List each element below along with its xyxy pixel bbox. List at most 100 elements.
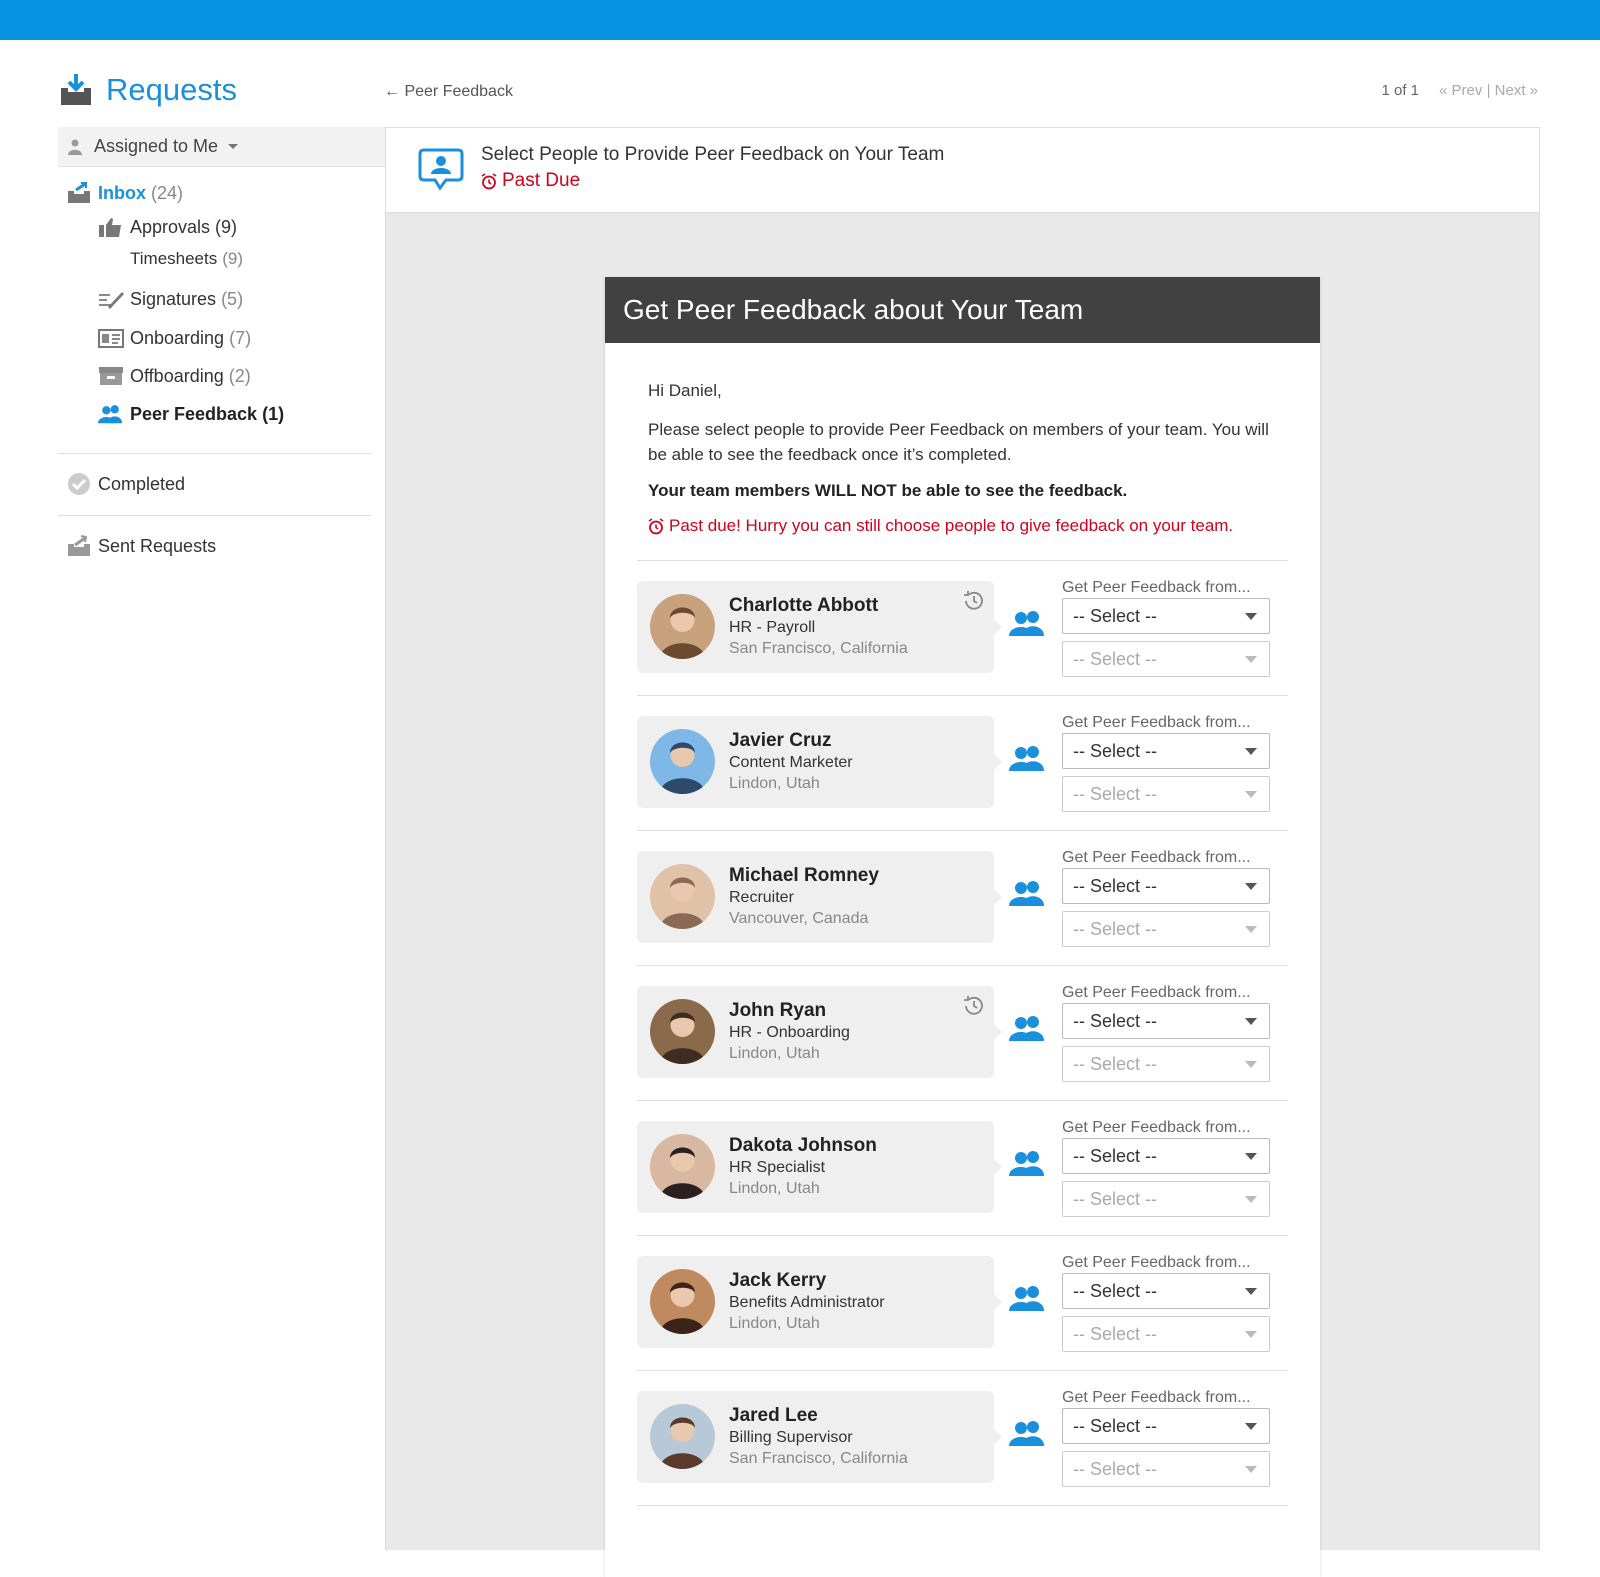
feedback-select-secondary[interactable]: -- Select -- — [1062, 1046, 1270, 1082]
member-name: John Ryan — [729, 1000, 827, 1021]
feedback-select-primary[interactable]: -- Select -- — [1062, 1273, 1270, 1309]
back-link-peer-feedback[interactable]: ← Peer Feedback — [384, 83, 513, 101]
feedback-select-primary[interactable]: -- Select -- — [1062, 1408, 1270, 1444]
people-icon — [1009, 1015, 1047, 1046]
sidebar-item-sent-requests-label: Sent Requests — [98, 535, 217, 556]
sidebar-item-sent-requests[interactable]: Sent Requests — [66, 535, 216, 557]
select-value: -- Select -- — [1073, 1323, 1158, 1344]
peer-feedback-card: Get Peer Feedback about Your Team Hi Dan… — [605, 277, 1320, 1577]
member-name: Jack Kerry — [729, 1270, 827, 1291]
caret-down-icon — [1245, 748, 1257, 755]
member-location: Lindon, Utah — [729, 1045, 820, 1062]
sidebar: Assigned to Me — [58, 127, 388, 167]
sidebar-item-offboarding-label: Offboarding — [130, 365, 224, 386]
feedback-select-secondary[interactable]: -- Select -- — [1062, 911, 1270, 947]
feedback-select-secondary[interactable]: -- Select -- — [1062, 776, 1270, 812]
sidebar-item-onboarding[interactable]: Onboarding (7) — [98, 327, 251, 349]
feedback-select-primary[interactable]: -- Select -- — [1062, 598, 1270, 634]
avatar — [650, 864, 715, 929]
sidebar-item-inbox[interactable]: Inbox (24) — [66, 182, 183, 204]
greeting: Hi Daniel, — [648, 381, 722, 400]
member-title: HR - Payroll — [729, 619, 816, 636]
member-title: Recruiter — [729, 889, 794, 906]
feedback-from-label: Get Peer Feedback from... — [1062, 984, 1251, 1001]
team-member-row: Dakota Johnson HR Specialist Lindon, Uta… — [637, 1100, 1288, 1238]
caret-down-icon — [1245, 791, 1257, 798]
feedback-select-primary[interactable]: -- Select -- — [1062, 1138, 1270, 1174]
select-value: -- Select -- — [1073, 740, 1158, 761]
thumbs-up-icon — [98, 216, 124, 238]
sidebar-item-approvals[interactable]: Approvals (9) — [98, 216, 237, 238]
chevron-down-icon — [228, 144, 239, 149]
sidebar-item-completed[interactable]: Completed — [66, 473, 185, 495]
feedback-select-primary[interactable]: -- Select -- — [1062, 1003, 1270, 1039]
feedback-select-secondary[interactable]: -- Select -- — [1062, 1316, 1270, 1352]
people-icon — [98, 403, 124, 425]
team-member-row: Charlotte Abbott HR - Payroll San Franci… — [637, 560, 1288, 698]
caret-down-icon — [1245, 1466, 1257, 1473]
request-status: Past Due — [481, 170, 580, 192]
sidebar-item-completed-label: Completed — [98, 473, 186, 494]
outbox-icon — [66, 535, 92, 557]
team-member-row: Jared Lee Billing Supervisor San Francis… — [637, 1370, 1288, 1508]
pager-count: 1 of 1 — [1381, 82, 1420, 99]
caret-down-icon — [1245, 1018, 1257, 1025]
card-title: Get Peer Feedback about Your Team — [605, 277, 1320, 343]
sidebar-item-signatures-count: (5) — [221, 288, 244, 309]
intro-text: Please select people to provide Peer Fee… — [648, 420, 1269, 464]
caret-down-icon — [1245, 613, 1257, 620]
feedback-select-primary[interactable]: -- Select -- — [1062, 733, 1270, 769]
inbox-icon — [66, 182, 92, 204]
sidebar-item-timesheets-count: (9) — [222, 249, 244, 268]
team-member-card: Charlotte Abbott HR - Payroll San Franci… — [637, 581, 1002, 673]
member-title: Content Marketer — [729, 754, 853, 771]
feedback-from-label: Get Peer Feedback from... — [1062, 1389, 1251, 1406]
sidebar-item-peer-feedback-count: (1) — [262, 403, 285, 424]
sidebar-item-inbox-count: (24) — [151, 182, 184, 203]
feedback-from-label: Get Peer Feedback from... — [1062, 1254, 1251, 1271]
sidebar-divider — [58, 515, 371, 516]
member-title: Billing Supervisor — [729, 1429, 853, 1446]
team-member-row: Michael Romney Recruiter Vancouver, Cana… — [637, 830, 1288, 968]
member-title: HR Specialist — [729, 1159, 826, 1176]
history-icon[interactable] — [962, 994, 986, 1023]
select-value: -- Select -- — [1073, 1145, 1158, 1166]
member-name: Dakota Johnson — [729, 1135, 877, 1156]
sidebar-item-onboarding-label: Onboarding — [130, 327, 225, 348]
sidebar-item-signatures[interactable]: Signatures (5) — [98, 288, 243, 310]
people-icon — [1009, 745, 1047, 776]
avatar — [650, 594, 715, 659]
assigned-to-me-dropdown[interactable]: Assigned to Me — [58, 127, 388, 167]
sidebar-item-signatures-label: Signatures — [130, 288, 217, 309]
avatar — [650, 999, 715, 1064]
history-icon[interactable] — [962, 589, 986, 618]
select-value: -- Select -- — [1073, 1415, 1158, 1436]
caret-down-icon — [1245, 1288, 1257, 1295]
visibility-note: Your team members WILL NOT be able to se… — [648, 481, 1128, 500]
caret-down-icon — [1245, 883, 1257, 890]
team-member-card: Jack Kerry Benefits Administrator Lindon… — [637, 1256, 1002, 1348]
caret-down-icon — [1245, 1331, 1257, 1338]
check-circle-icon — [66, 473, 92, 495]
member-name: Michael Romney — [729, 865, 879, 886]
select-value: -- Select -- — [1073, 1280, 1158, 1301]
sidebar-item-offboarding[interactable]: Offboarding (2) — [98, 365, 251, 387]
prev-link[interactable]: « Prev — [1439, 82, 1482, 99]
team-member-card: Javier Cruz Content Marketer Lindon, Uta… — [637, 716, 1002, 808]
caret-down-icon — [1245, 1196, 1257, 1203]
next-link[interactable]: Next » — [1495, 82, 1538, 99]
feedback-select-secondary[interactable]: -- Select -- — [1062, 1451, 1270, 1487]
caret-down-icon — [1245, 926, 1257, 933]
member-name: Jared Lee — [729, 1405, 818, 1426]
sidebar-item-peer-feedback[interactable]: Peer Feedback (1) — [98, 403, 284, 425]
team-member-card: Dakota Johnson HR Specialist Lindon, Uta… — [637, 1121, 1002, 1213]
request-title: Select People to Provide Peer Feedback o… — [481, 144, 945, 165]
sidebar-item-timesheets[interactable]: Timesheets (9) — [130, 249, 243, 269]
caret-down-icon — [1245, 656, 1257, 663]
feedback-select-secondary[interactable]: -- Select -- — [1062, 641, 1270, 677]
feedback-select-primary[interactable]: -- Select -- — [1062, 868, 1270, 904]
member-location: San Francisco, California — [729, 640, 908, 657]
past-due-warning: Past due! Hurry you can still choose peo… — [648, 516, 1233, 536]
sidebar-item-onboarding-count: (7) — [229, 327, 252, 348]
feedback-select-secondary[interactable]: -- Select -- — [1062, 1181, 1270, 1217]
